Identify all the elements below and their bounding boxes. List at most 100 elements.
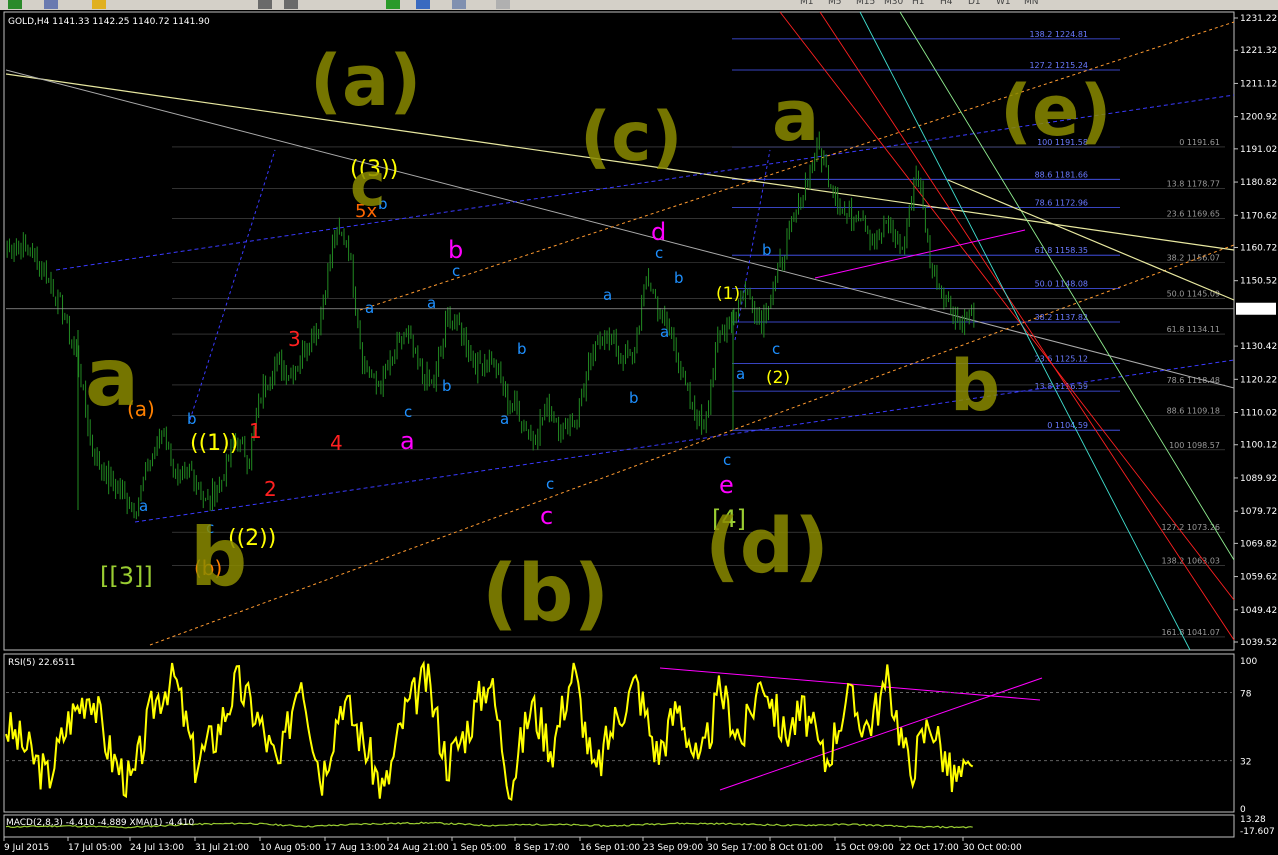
wave-label: 4 — [330, 431, 343, 455]
wave-label: 3 — [288, 327, 301, 351]
price-tick-label: 1160.72 — [1240, 243, 1277, 253]
time-tick-label: 8 Sep 17:00 — [515, 843, 570, 853]
time-tick-label: 15 Oct 09:00 — [835, 843, 894, 853]
wave-label: b — [187, 410, 197, 428]
wave-label: a — [365, 299, 374, 317]
wave-label: [[3]] — [100, 562, 153, 590]
handwritten-label: b — [950, 345, 1000, 427]
time-tick-label: 30 Sep 17:00 — [707, 843, 767, 853]
time-tick-label: 8 Oct 01:00 — [770, 843, 823, 853]
price-tick-label: 1211.12 — [1240, 79, 1277, 89]
symbol-header: GOLD,H4 1141.33 1142.25 1140.72 1141.90 — [8, 17, 210, 27]
fib-retrace-label: 127.2 1073.26 — [1161, 523, 1220, 532]
wave-label: a — [660, 323, 669, 341]
handwritten-label: (a) — [310, 40, 421, 122]
fib-level-label: 23.6 1125.12 — [1035, 354, 1088, 363]
price-tick-label: 1170.62 — [1240, 211, 1277, 221]
handwritten-label: (c) — [580, 98, 682, 177]
handwritten-label: b — [190, 511, 247, 604]
time-tick-label: 17 Jul 05:00 — [68, 843, 122, 853]
wave-label: (2) — [766, 368, 790, 388]
time-tick-label: 30 Oct 00:00 — [963, 843, 1022, 853]
current-price-label: 1141.90 — [1238, 305, 1275, 315]
time-tick-label: 22 Oct 17:00 — [900, 843, 959, 853]
price-tick-label: 1231.22 — [1240, 14, 1277, 24]
fib-level-label: 0 1104.59 — [1047, 421, 1088, 430]
rsi-axis-label: 0 — [1240, 805, 1246, 815]
price-tick-label: 1200.92 — [1240, 113, 1277, 123]
rsi-axis-label: 32 — [1240, 758, 1251, 768]
wave-label: ((1)) — [190, 431, 238, 456]
wave-label: a — [500, 410, 509, 428]
rsi-axis-label: 78 — [1240, 690, 1252, 700]
price-tick-label: 1110.02 — [1240, 409, 1277, 419]
wave-label: b — [674, 269, 684, 287]
price-tick-label: 1120.22 — [1240, 375, 1277, 385]
price-tick-label: 1180.82 — [1240, 178, 1277, 188]
price-tick-label: 1221.32 — [1240, 46, 1277, 56]
fib-level-label: 38.2 1137.82 — [1035, 313, 1088, 322]
price-tick-label: 1039.52 — [1240, 638, 1277, 648]
time-tick-label: 24 Jul 13:00 — [130, 843, 184, 853]
wave-label: a — [139, 497, 148, 515]
wave-label: b — [762, 241, 772, 259]
fib-level-label: 88.6 1181.66 — [1035, 170, 1088, 179]
price-tick-label: 1089.92 — [1240, 474, 1277, 484]
wave-label: b — [448, 236, 463, 264]
handwritten-label: a — [85, 331, 139, 424]
handwritten-label: c — [350, 150, 386, 220]
fib-retrace-label: 0 1191.61 — [1179, 138, 1220, 147]
wave-label: b — [442, 377, 452, 395]
macd-axis-label: 13.28 — [1240, 815, 1266, 825]
fib-retrace-label: 138.2 1063.03 — [1161, 556, 1220, 565]
fib-retrace-label: 88.6 1109.18 — [1167, 406, 1220, 415]
fib-level-label: 50.0 1148.08 — [1035, 280, 1088, 289]
fib-retrace-label: 13.8 1178.77 — [1167, 180, 1220, 189]
fib-level-label: 61.8 1158.35 — [1035, 246, 1088, 255]
price-tick-label: 1049.42 — [1240, 606, 1277, 616]
wave-label: c — [540, 502, 553, 530]
time-tick-label: 16 Sep 01:00 — [580, 843, 640, 853]
fib-level-label: 13.8 1116.59 — [1035, 382, 1088, 391]
time-tick-label: 17 Aug 13:00 — [325, 843, 386, 853]
wave-label: a — [400, 427, 415, 455]
handwritten-label: (e) — [1000, 70, 1111, 152]
wave-label: c — [546, 475, 554, 493]
time-tick-label: 31 Jul 21:00 — [195, 843, 249, 853]
wave-label: d — [651, 218, 666, 246]
price-tick-label: 1100.12 — [1240, 441, 1277, 451]
handwritten-label: (d) — [705, 501, 829, 590]
wave-label: c — [404, 403, 412, 421]
wave-label: c — [772, 340, 780, 358]
time-tick-label: 1 Sep 05:00 — [452, 843, 507, 853]
wave-label: a — [736, 365, 745, 383]
price-tick-label: 1191.02 — [1240, 145, 1277, 155]
handwritten-label: (b) — [482, 549, 609, 639]
chart-canvas[interactable]: 138.2 1224.81127.2 1215.24100 1191.5888.… — [0, 0, 1278, 855]
fib-level-label: 127.2 1215.24 — [1029, 61, 1088, 70]
fib-retrace-label: 23.6 1169.65 — [1167, 209, 1220, 218]
wave-label: b — [517, 340, 527, 358]
fib-level-label: 78.6 1172.96 — [1035, 199, 1088, 208]
wave-label: a — [427, 294, 436, 312]
fib-level-label: 138.2 1224.81 — [1029, 30, 1088, 39]
wave-label: 2 — [264, 477, 277, 501]
price-tick-label: 1150.52 — [1240, 277, 1277, 287]
fib-retrace-label: 100 1098.57 — [1169, 441, 1220, 450]
wave-label: (1) — [716, 284, 740, 304]
rsi-axis-label: 100 — [1240, 657, 1257, 667]
time-tick-label: 23 Sep 09:00 — [643, 843, 703, 853]
wave-label: e — [719, 471, 734, 499]
macd-axis-label: -17.607 — [1240, 827, 1275, 837]
macd-header: MACD(2,8,3) -4.410 -4.889 XMA(1) -4.410 — [6, 818, 194, 828]
price-tick-label: 1059.62 — [1240, 573, 1277, 583]
fib-retrace-label: 161.8 1041.07 — [1161, 628, 1220, 637]
handwritten-label: a — [772, 75, 819, 157]
time-tick-label: 10 Aug 05:00 — [260, 843, 321, 853]
fib-retrace-label: 38.2 1156.07 — [1167, 254, 1220, 263]
wave-label: b — [629, 389, 639, 407]
price-tick-label: 1130.42 — [1240, 342, 1277, 352]
fib-retrace-label: 61.8 1134.11 — [1167, 325, 1220, 334]
wave-label: c — [655, 244, 663, 262]
wave-label: c — [452, 262, 460, 280]
